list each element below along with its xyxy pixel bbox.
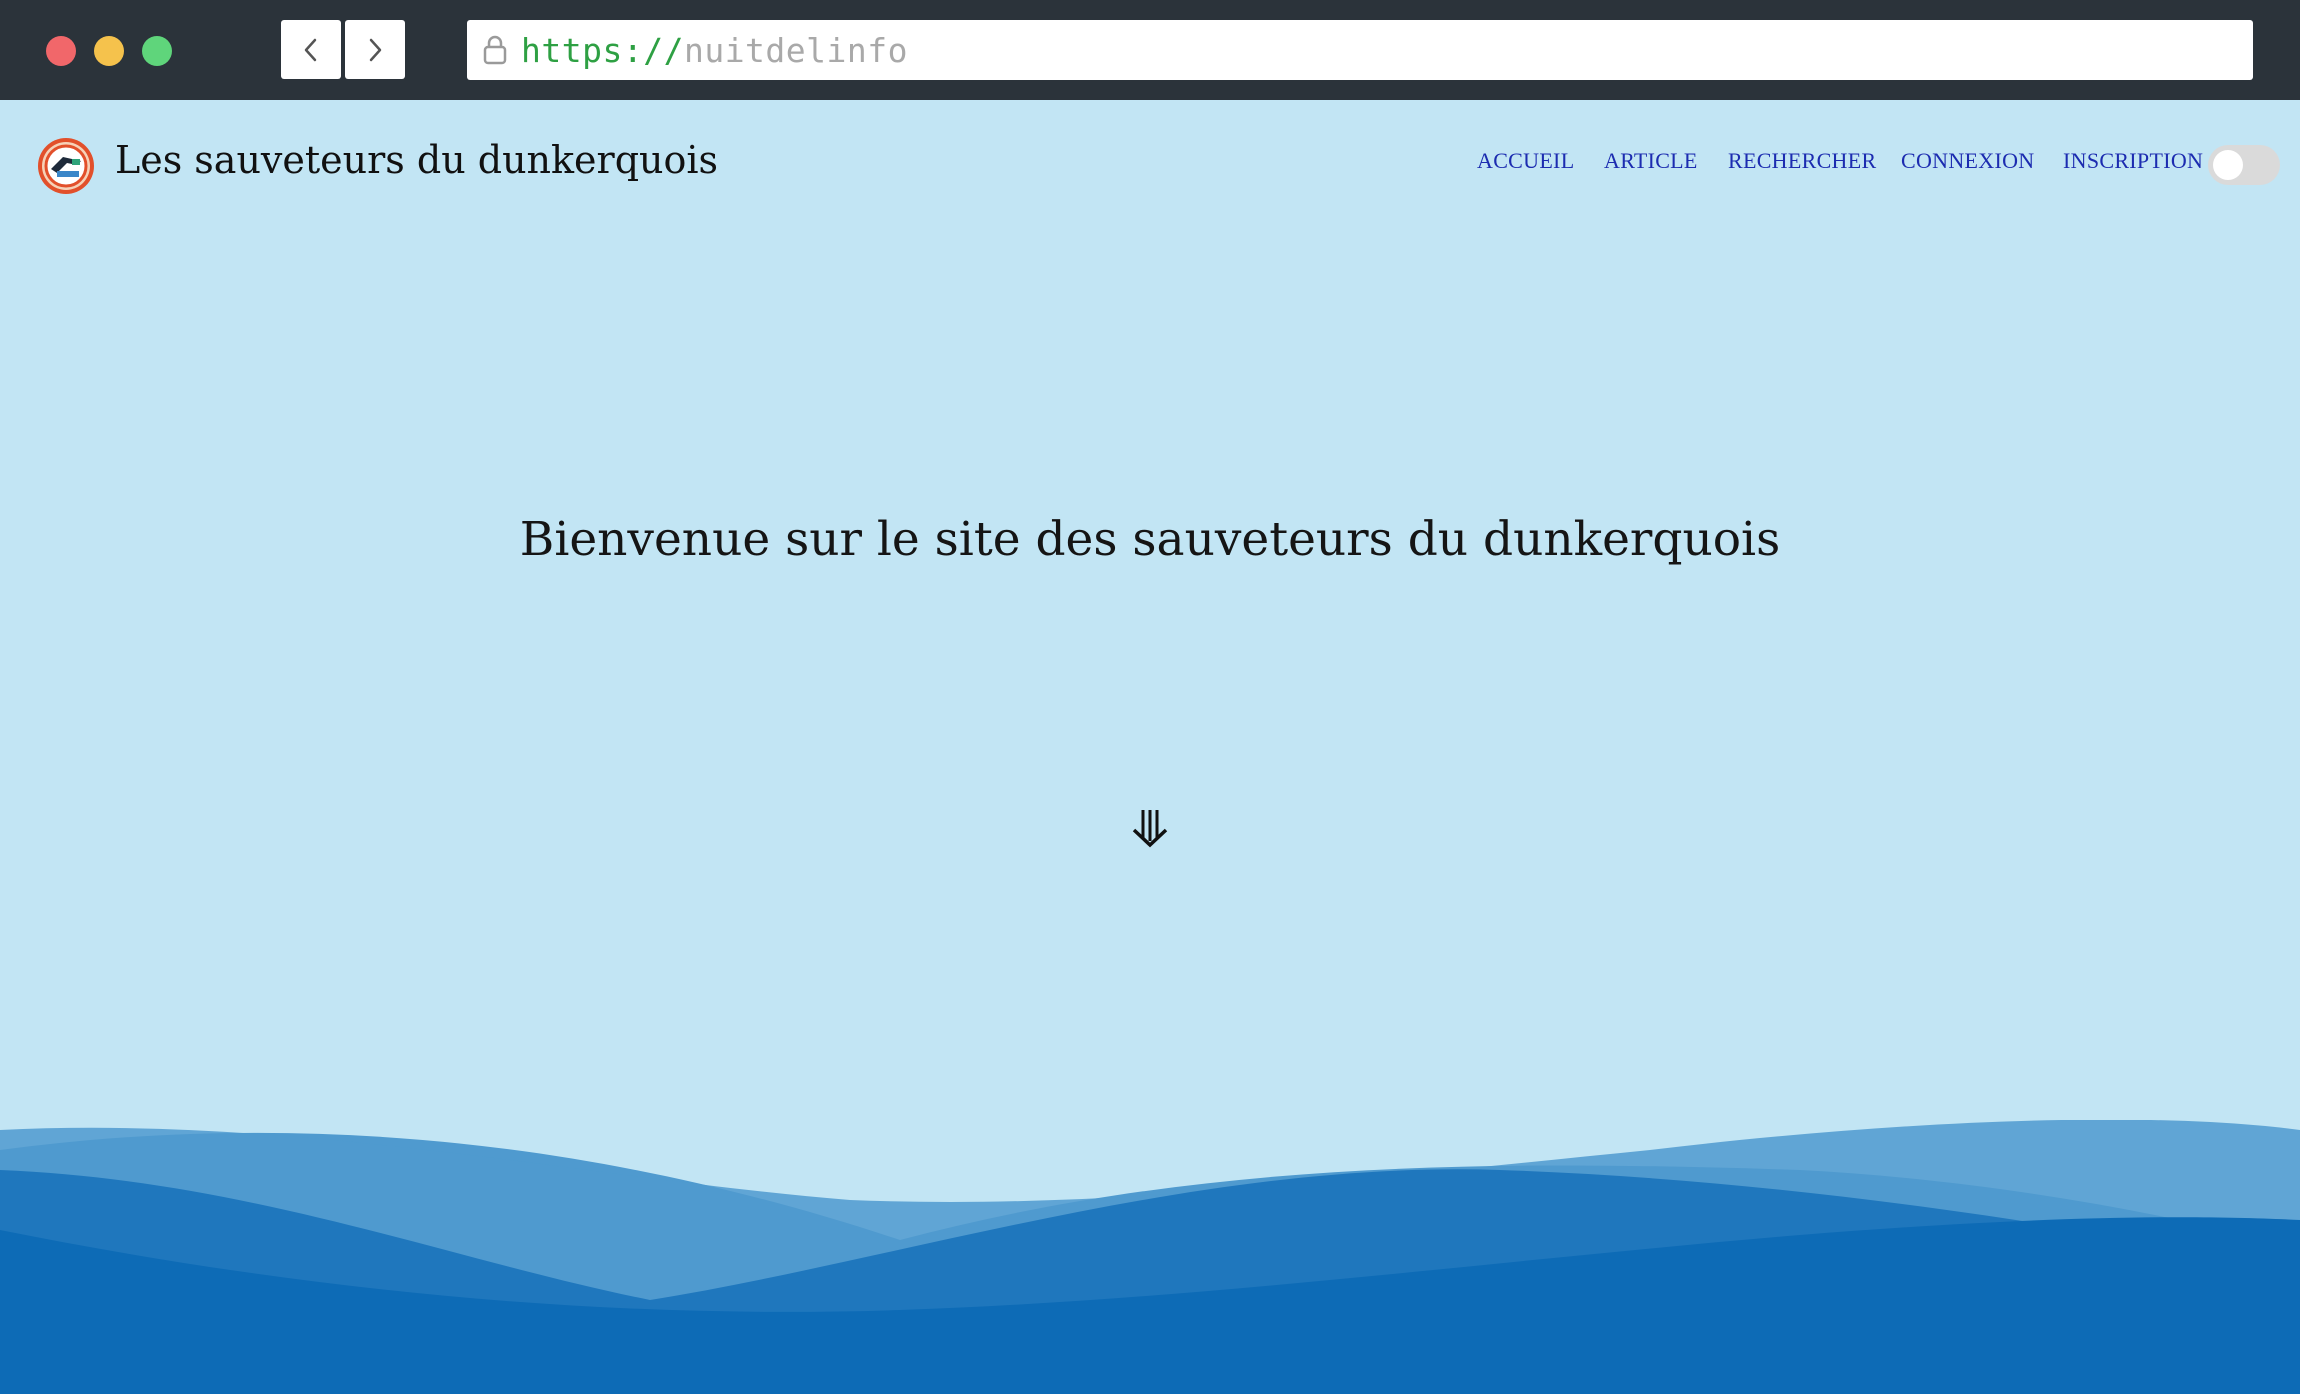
forward-button[interactable] [345,20,405,79]
browser-chrome: https://nuitdelinfo [0,0,2300,100]
maximize-window-button[interactable] [142,36,172,66]
toggle-knob [2213,150,2243,180]
hero-title: Bienvenue sur le site des sauveteurs du … [519,512,1781,567]
nav-rechercher[interactable]: RECHERCHER [1728,148,1876,174]
url-host: nuitdelinfo [683,30,908,70]
nav-accueil[interactable]: ACCUEIL [1477,148,1574,174]
main-nav: ACCUEIL ARTICLE RECHERCHER CONNEXION INS… [0,148,2300,178]
back-button[interactable] [281,20,341,79]
url-scheme: https:// [521,30,684,70]
theme-toggle[interactable] [2208,145,2280,185]
ocean-waves [0,1120,2300,1394]
address-bar[interactable]: https://nuitdelinfo [467,20,2253,80]
nav-article[interactable]: ARTICLE [1604,148,1698,174]
chevron-left-icon [304,38,317,61]
close-window-button[interactable] [46,36,76,66]
lock-icon [481,34,509,66]
nav-inscription[interactable]: INSCRIPTION [2063,148,2203,174]
url-text: https://nuitdelinfo [521,31,908,70]
minimize-window-button[interactable] [94,36,124,66]
triple-down-arrow-icon[interactable] [1131,808,1169,848]
chevron-right-icon [369,38,382,61]
nav-connexion[interactable]: CONNEXION [1901,148,2034,174]
